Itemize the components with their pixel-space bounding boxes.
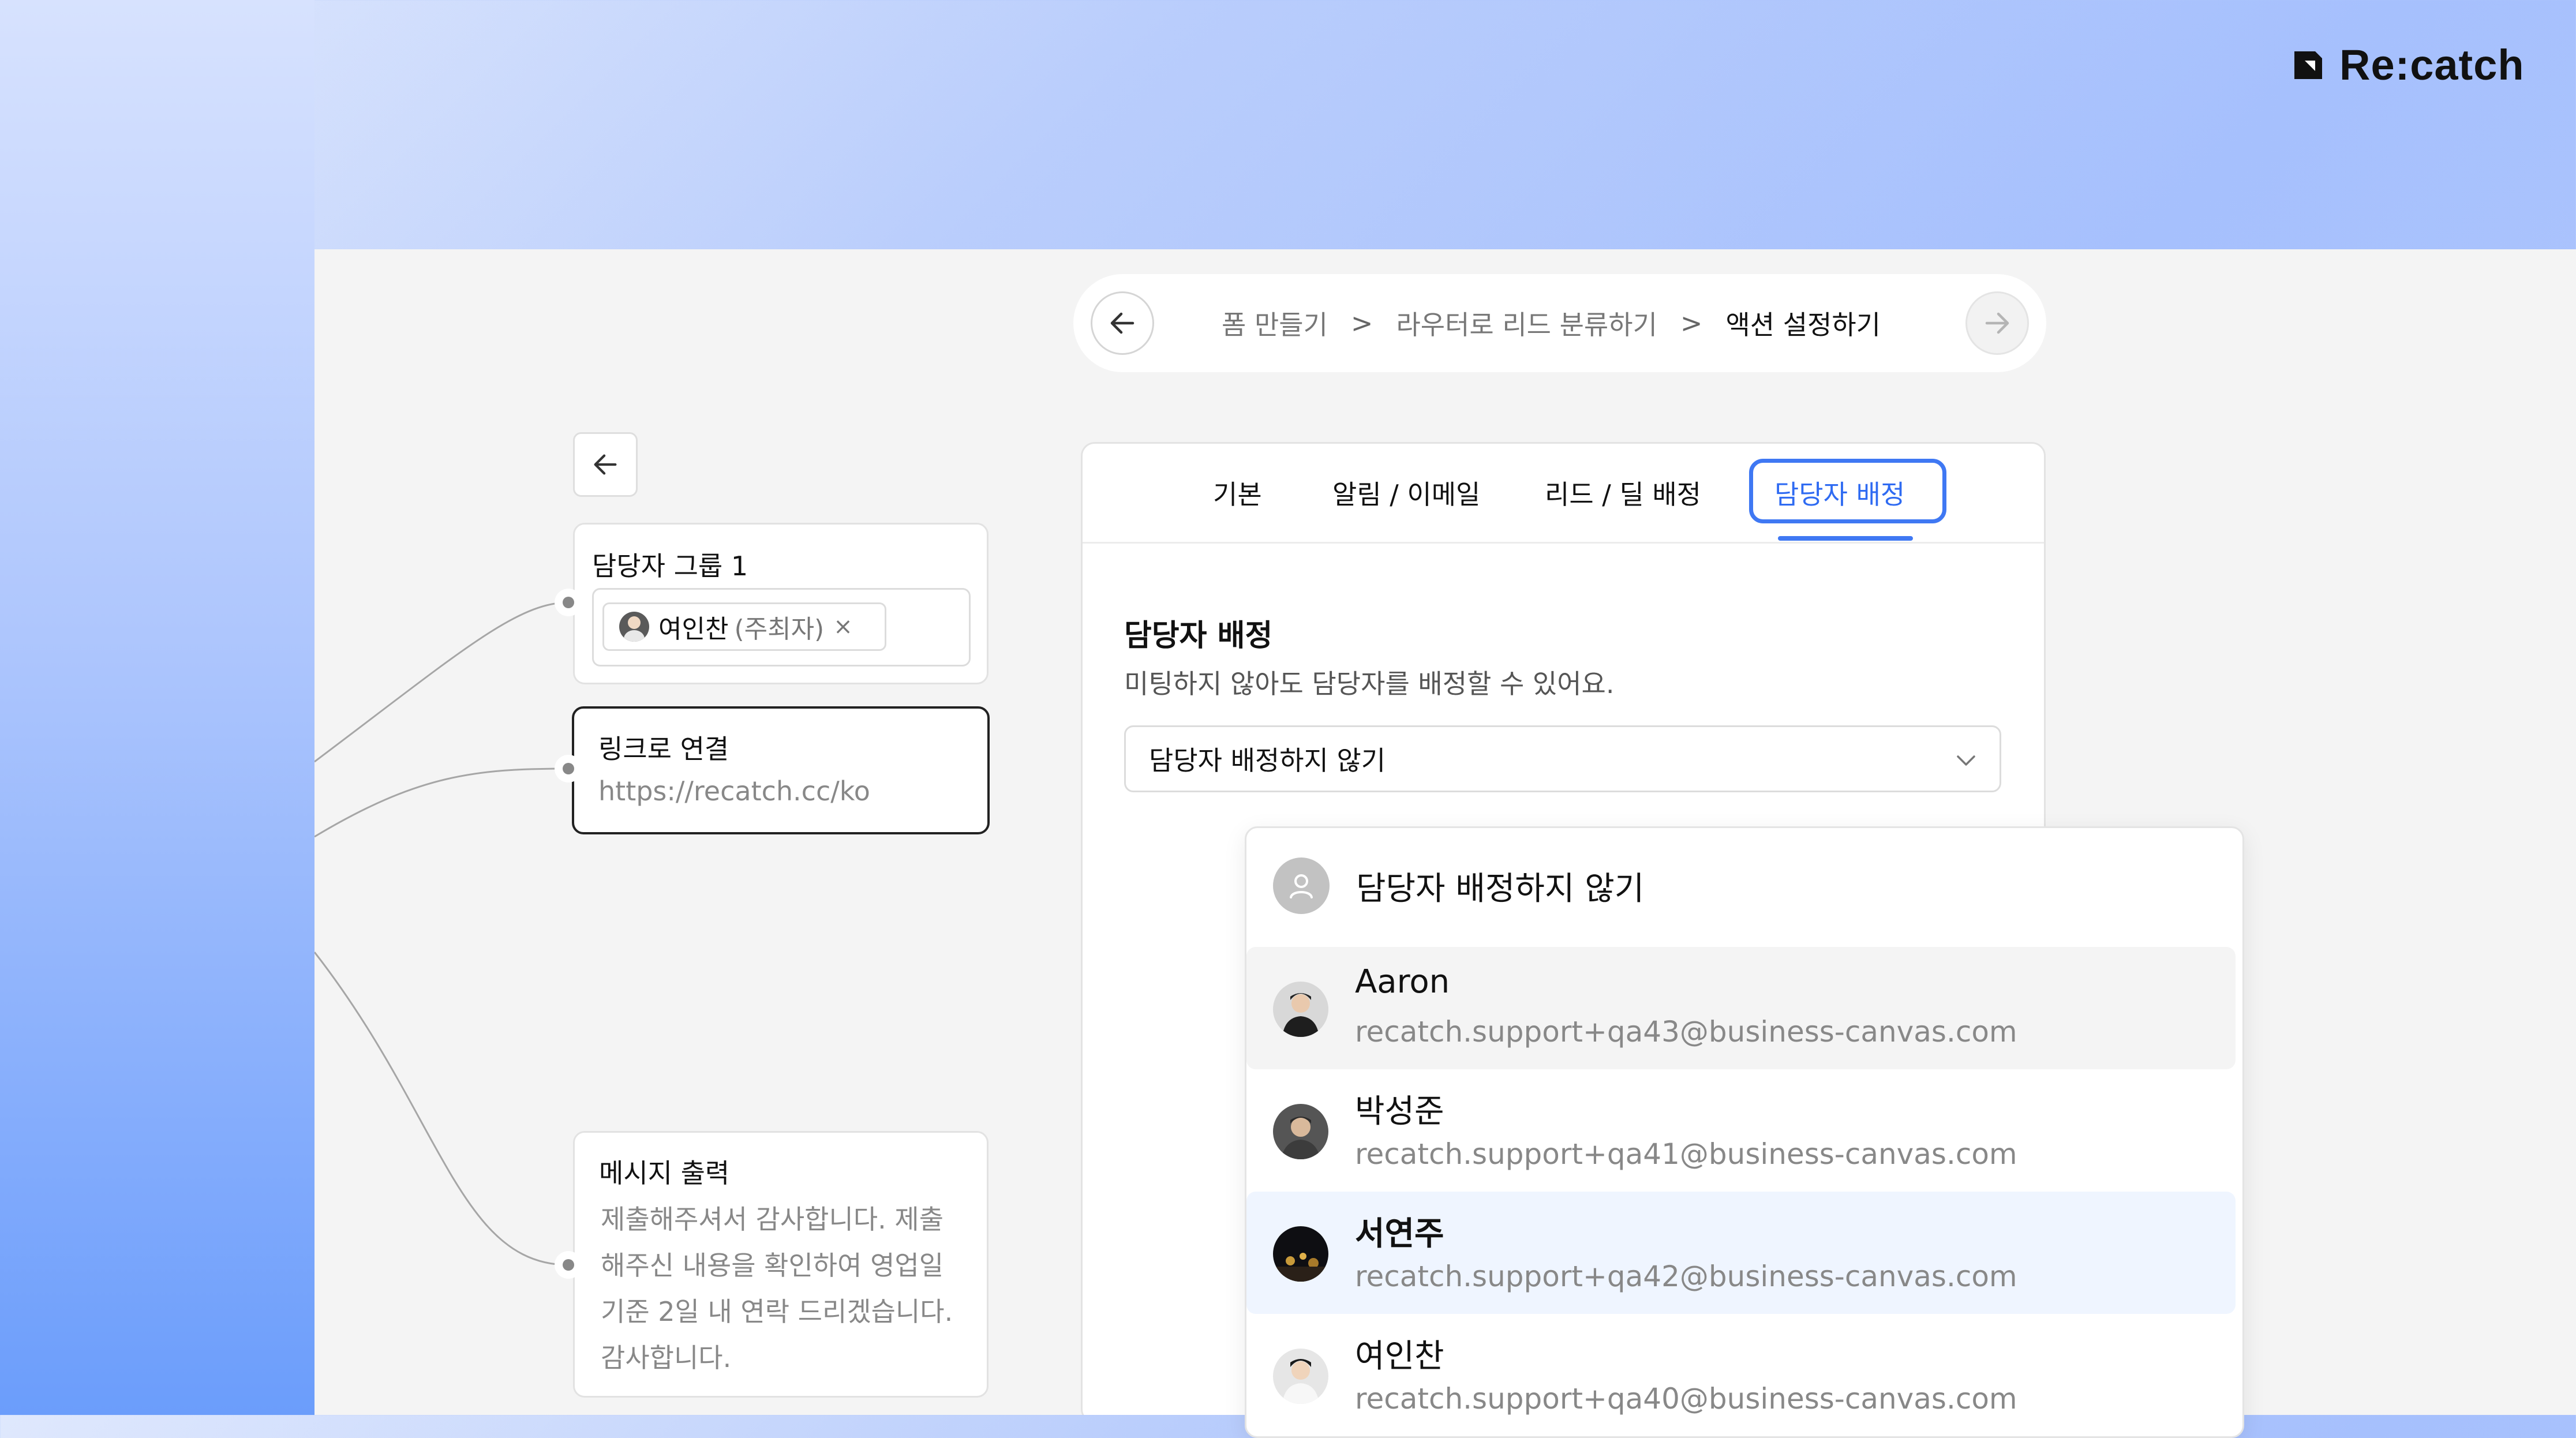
message-body: 제출해주셔서 감사합니다. 제출 해주신 내용을 확인하여 영업일 기준 2일 … xyxy=(601,1196,976,1381)
avatar xyxy=(1273,1349,1328,1404)
breadcrumb-separator: > xyxy=(1350,308,1373,339)
active-tab-indicator xyxy=(1778,536,1913,541)
avatar xyxy=(1273,1104,1328,1159)
edge-to-assignee-group xyxy=(314,601,569,763)
assignee-group-node[interactable]: 담당자 그룹 1 여인찬 (주최자) × xyxy=(573,523,989,684)
assignee-select[interactable]: 담당자 배정하지 않기 xyxy=(1124,725,2001,792)
node-title: 메시지 출력 xyxy=(599,1158,730,1189)
chip-role: (주최자) xyxy=(734,615,825,644)
assignee-option[interactable]: 서연주 recatch.support+qa42@business-canvas… xyxy=(1246,1192,2236,1314)
brand-logo: Re:catch xyxy=(2292,40,2525,89)
arrow-left-icon xyxy=(594,454,617,475)
arrow-left-icon xyxy=(1110,312,1135,334)
tab-lead-deal-assignment[interactable]: 리드 / 딜 배정 xyxy=(1545,444,1701,542)
person-icon xyxy=(1290,874,1313,898)
assignee-dropdown-menu: 담당자 배정하지 않기 Aaron recatch.support+qa43@b… xyxy=(1245,826,2244,1438)
message-line: 기준 2일 내 연락 드리겠습니다. xyxy=(601,1296,953,1327)
edge-to-message xyxy=(314,952,569,1266)
section-description: 미팅하지 않아도 담당자를 배정할 수 있어요. xyxy=(1124,668,1615,699)
chevron-down-icon xyxy=(1957,755,1975,766)
assignee-email: recatch.support+qa41@business-canvas.com xyxy=(1355,1137,2017,1171)
link-url: https://recatch.cc/ko xyxy=(598,776,870,807)
option-label: 담당자 배정하지 않기 xyxy=(1356,870,1645,908)
arrow-right-icon xyxy=(1985,312,2009,334)
assignee-email: recatch.support+qa40@business-canvas.com xyxy=(1355,1382,2017,1415)
assignee-name: 서연주 xyxy=(1355,1215,1444,1253)
assignee-option[interactable]: 여인찬 recatch.support+qa40@business-canvas… xyxy=(1246,1314,2236,1436)
background-gradient xyxy=(0,0,314,1415)
message-node[interactable]: 메시지 출력 제출해주셔서 감사합니다. 제출 해주신 내용을 확인하여 영업일… xyxy=(573,1131,989,1398)
assignee-name: 박성준 xyxy=(1355,1093,1444,1130)
edge-to-link xyxy=(314,767,569,838)
prev-step-button[interactable] xyxy=(1091,291,1154,355)
assignee-name: 여인찬 xyxy=(1355,1338,1444,1375)
assignee-email: recatch.support+qa42@business-canvas.com xyxy=(1355,1260,2017,1293)
tab-notification-email[interactable]: 알림 / 이메일 xyxy=(1332,444,1480,542)
node-input-port[interactable] xyxy=(555,1251,582,1279)
breadcrumb: 폼 만들기 > 라우터로 리드 분류하기 > 액션 설정하기 xyxy=(1222,274,1881,372)
section-title: 담당자 배정 xyxy=(1124,619,1273,653)
recatch-logo-icon xyxy=(2294,51,2322,79)
step-navigator: 폼 만들기 > 라우터로 리드 분류하기 > 액션 설정하기 xyxy=(1073,274,2046,372)
breadcrumb-step-action[interactable]: 액션 설정하기 xyxy=(1725,304,1881,342)
user-placeholder-icon xyxy=(1273,857,1330,914)
assignee-chip: 여인찬 (주최자) × xyxy=(602,602,886,651)
back-button[interactable] xyxy=(573,432,638,497)
avatar xyxy=(619,612,649,642)
node-title: 링크로 연결 xyxy=(598,733,729,765)
assignee-name: Aaron xyxy=(1355,963,1450,1001)
assignee-chip-box[interactable]: 여인찬 (주최자) × xyxy=(592,588,971,666)
option-no-assignee[interactable]: 담당자 배정하지 않기 xyxy=(1246,828,2242,943)
link-node[interactable]: 링크로 연결 https://recatch.cc/ko xyxy=(572,706,990,834)
tab-basic[interactable]: 기본 xyxy=(1213,444,1262,542)
node-input-port[interactable] xyxy=(555,755,582,782)
close-icon[interactable]: × xyxy=(833,613,853,640)
next-step-button[interactable] xyxy=(1965,291,2029,355)
breadcrumb-step-form[interactable]: 폼 만들기 xyxy=(1222,304,1328,342)
breadcrumb-separator: > xyxy=(1680,308,1703,339)
assignee-email: recatch.support+qa43@business-canvas.com xyxy=(1355,1015,2017,1048)
chip-name: 여인찬 xyxy=(658,615,729,644)
node-input-port[interactable] xyxy=(555,589,582,616)
message-line: 감사합니다. xyxy=(601,1342,732,1373)
select-value: 담당자 배정하지 않기 xyxy=(1149,745,1386,776)
avatar xyxy=(1273,982,1328,1037)
brand-name: Re:catch xyxy=(2339,41,2525,89)
message-line: 제출해주셔서 감사합니다. 제출 xyxy=(601,1204,944,1235)
message-line: 해주신 내용을 확인하여 영업일 xyxy=(601,1250,944,1281)
breadcrumb-step-router[interactable]: 라우터로 리드 분류하기 xyxy=(1396,304,1657,342)
settings-tabs: 기본 알림 / 이메일 리드 / 딜 배정 담당자 배정 xyxy=(1083,444,2044,544)
node-title: 담당자 그룹 1 xyxy=(592,551,748,582)
assignee-option[interactable]: 박성준 recatch.support+qa41@business-canvas… xyxy=(1246,1069,2236,1192)
tab-focus-ring xyxy=(1749,459,1946,523)
avatar xyxy=(1273,1226,1328,1282)
assignee-option[interactable]: Aaron recatch.support+qa43@business-canv… xyxy=(1246,947,2236,1069)
